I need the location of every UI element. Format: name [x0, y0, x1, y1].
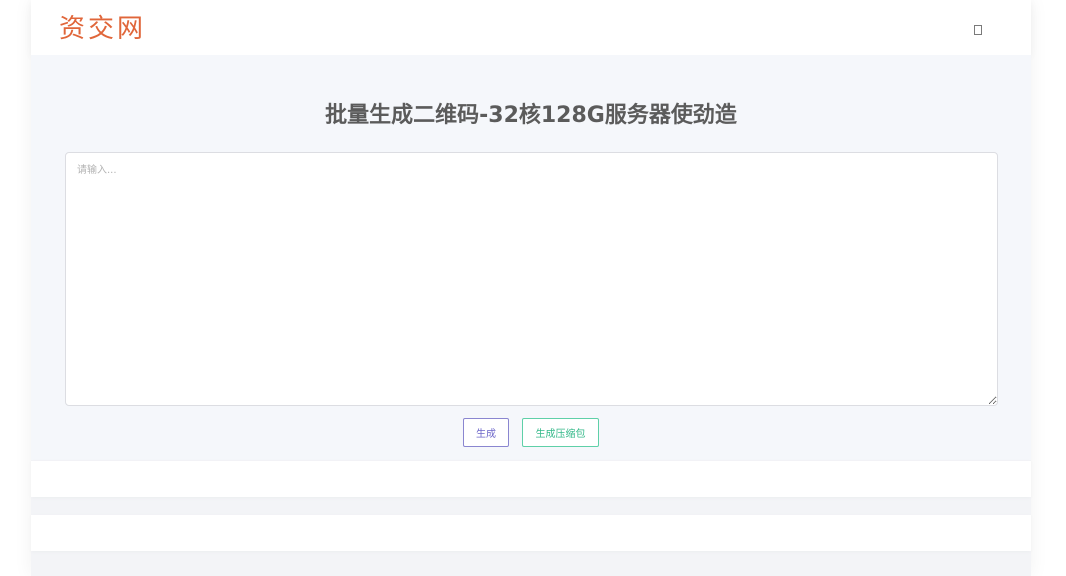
site-logo[interactable]: 资交网	[59, 8, 146, 45]
main-section: 批量生成二维码-32核128G服务器使劲造 生成 生成压缩包	[31, 55, 1031, 460]
footer-panel	[31, 515, 1031, 551]
result-panel	[31, 461, 1031, 497]
generate-button[interactable]: 生成	[463, 418, 509, 447]
header: 资交网	[31, 0, 1031, 55]
qr-content-input[interactable]	[65, 152, 998, 406]
menu-icon[interactable]	[974, 25, 982, 35]
page-title: 批量生成二维码-32核128G服务器使劲造	[325, 103, 737, 128]
page-container: 资交网 批量生成二维码-32核128G服务器使劲造 生成 生成压缩包	[31, 0, 1031, 576]
generate-zip-button[interactable]: 生成压缩包	[522, 418, 599, 447]
